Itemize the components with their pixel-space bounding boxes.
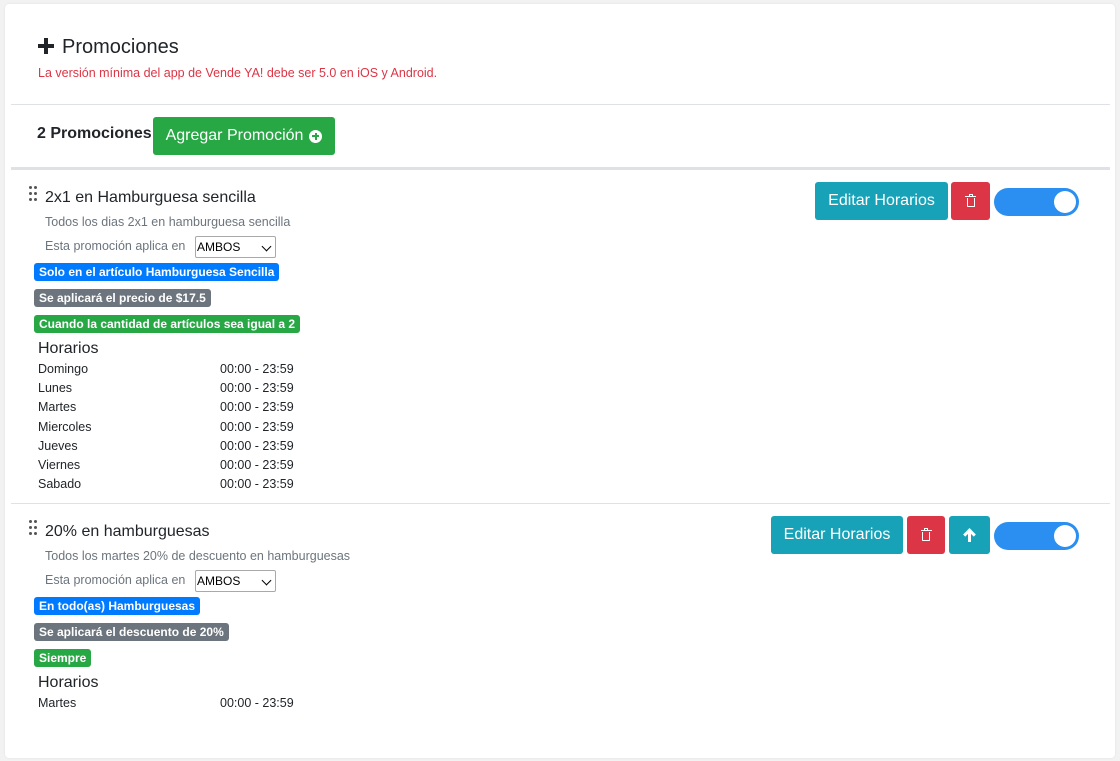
item-badge: En todo(as) Hamburguesas <box>34 597 201 615</box>
schedule-time: 00:00 - 23:59 <box>220 477 294 492</box>
drag-handle-icon[interactable] <box>29 186 38 201</box>
toggle-knob <box>1054 191 1076 213</box>
schedule-day: Domingo <box>38 362 89 376</box>
active-toggle[interactable] <box>994 522 1079 550</box>
schedule-list: Domingo 00:00 - 23:59 Lunes 00:00 - 23:59 … <box>38 360 338 494</box>
chevron-down-icon <box>261 241 272 252</box>
applies-select[interactable]: AMBOS <box>195 570 276 592</box>
schedule-time: 00:00 - 23:59 <box>220 438 294 453</box>
schedule-row: Miercoles 00:00 - 23:59 <box>38 418 338 437</box>
applies-label: Esta promoción aplica en <box>45 239 186 253</box>
plus-icon <box>38 38 54 54</box>
schedule-row: Viernes 00:00 - 23:59 <box>38 456 338 475</box>
delete-button[interactable] <box>951 182 990 220</box>
schedule-day: Sabado <box>38 477 82 492</box>
promotion-title: 20% en hamburguesas <box>45 523 210 540</box>
schedule-title: Horarios <box>38 340 99 357</box>
edit-schedule-button[interactable]: Editar Horarios <box>771 516 903 554</box>
divider <box>11 104 1110 105</box>
active-toggle[interactable] <box>994 188 1079 216</box>
schedule-time: 00:00 - 23:59 <box>220 419 294 434</box>
arrow-up-icon <box>963 528 976 542</box>
schedule-row: Martes 00:00 - 23:59 <box>38 694 338 713</box>
schedule-time: 00:00 - 23:59 <box>220 400 294 415</box>
schedule-list: Martes 00:00 - 23:59 <box>38 694 338 713</box>
promotion-item: 20% en hamburguesas Todos los martes 20%… <box>5 504 1115 744</box>
toggle-knob <box>1054 525 1076 547</box>
promotion-description: Todos los dias 2x1 en hamburguesa sencil… <box>45 215 291 229</box>
card-header: Promociones La versión mínima del app de… <box>5 4 1115 104</box>
discount-badge: Se aplicará el descuento de 20% <box>34 623 229 641</box>
promotion-title: 2x1 en Hamburguesa sencilla <box>45 189 256 206</box>
schedule-row: Domingo 00:00 - 23:59 <box>38 360 338 379</box>
drag-handle-icon[interactable] <box>29 520 38 535</box>
schedule-row: Sabado 00:00 - 23:59 <box>38 475 338 494</box>
schedule-time: 00:00 - 23:59 <box>220 696 294 710</box>
schedule-time: 00:00 - 23:59 <box>220 457 294 472</box>
delete-button[interactable] <box>907 516 945 554</box>
plus-circle-icon <box>309 129 323 143</box>
schedule-time: 00:00 - 23:59 <box>220 362 294 376</box>
applies-select[interactable]: AMBOS <box>195 236 276 258</box>
add-promotion-label: Agregar Promoción <box>165 127 304 144</box>
schedule-row: Martes 00:00 - 23:59 <box>38 398 338 417</box>
promotion-description: Todos los martes 20% de descuento en ham… <box>45 549 351 563</box>
chevron-down-icon <box>261 575 272 586</box>
schedule-row: Jueves 00:00 - 23:59 <box>38 437 338 456</box>
schedule-day: Lunes <box>38 381 73 396</box>
promotion-count: 2 Promociones <box>37 125 152 142</box>
page-title: Promociones <box>62 36 179 58</box>
condition-badge: Cuando la cantidad de artículos sea igua… <box>34 315 301 333</box>
condition-badge: Siempre <box>34 649 92 667</box>
applies-select-value: AMBOS <box>197 240 241 254</box>
applies-label: Esta promoción aplica en <box>45 573 186 587</box>
schedule-day: Miercoles <box>38 419 92 434</box>
schedule-day: Jueves <box>38 438 78 453</box>
version-warning: La versión mínima del app de Vende YA! d… <box>38 66 438 80</box>
schedule-day: Martes <box>38 696 77 710</box>
price-badge: Se aplicará el precio de $17.5 <box>34 289 211 307</box>
trash-icon <box>920 527 932 542</box>
promotion-item: 2x1 en Hamburguesa sencilla Todos los di… <box>5 170 1115 503</box>
promotions-card: Promociones La versión mínima del app de… <box>5 4 1115 758</box>
schedule-time: 00:00 - 23:59 <box>220 381 294 396</box>
move-up-button[interactable] <box>949 516 990 554</box>
edit-schedule-button[interactable]: Editar Horarios <box>815 182 948 220</box>
schedule-title: Horarios <box>38 674 99 691</box>
schedule-row: Lunes 00:00 - 23:59 <box>38 379 338 398</box>
applies-select-value: AMBOS <box>197 574 241 588</box>
add-promotion-button[interactable]: Agregar Promoción <box>153 117 335 155</box>
schedule-day: Viernes <box>38 457 81 472</box>
schedule-day: Martes <box>38 400 77 415</box>
item-badge: Solo en el artículo Hamburguesa Sencilla <box>34 263 280 281</box>
trash-icon <box>965 193 976 208</box>
